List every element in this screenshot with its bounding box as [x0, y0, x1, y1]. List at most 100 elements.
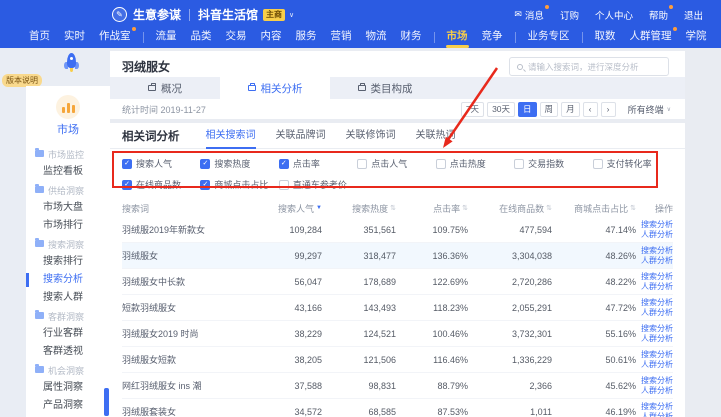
top-header: ✎ 生意参谋 抖音生活馆 主商 ∨ ✉消息订购个人中心帮助退出 首页实时作战室流… — [0, 0, 721, 48]
tab[interactable]: 相关分析 — [220, 77, 330, 99]
prev-page-button[interactable]: ‹ — [583, 102, 598, 117]
top-link[interactable]: 订购 — [560, 8, 579, 22]
sidebar-item[interactable]: 行业客群 — [26, 325, 110, 343]
sidebar-item[interactable]: 市场大盘 — [26, 199, 110, 217]
action-link[interactable]: 人群分析 — [641, 334, 673, 344]
nav-item[interactable]: 取数 — [588, 26, 623, 48]
briefcase-icon — [148, 85, 156, 91]
table-row[interactable]: 羽绒服女2019 时尚38,229124,521100.46%3,732,301… — [122, 321, 673, 347]
table-row[interactable]: 羽绒服2019年新款女109,284351,561109.75%477,5944… — [122, 217, 673, 243]
tab[interactable]: 概况 — [110, 77, 220, 99]
sidebar-item[interactable]: 市场排行 — [26, 217, 110, 235]
nav-item[interactable]: 人群管理 — [623, 26, 679, 48]
column-header[interactable]: 搜索人气▼ — [252, 202, 322, 215]
column-header[interactable]: 在线商品数⇅ — [468, 202, 552, 215]
top-link[interactable]: 个人中心 — [595, 8, 633, 22]
metric-checkbox[interactable]: 交易指数 — [514, 157, 592, 170]
nav-item[interactable]: 市场 — [440, 26, 475, 48]
action-link[interactable]: 人群分析 — [641, 360, 673, 370]
nav-item[interactable]: 作战室 — [92, 26, 138, 48]
metric-checkbox[interactable]: 直通车参考价 — [279, 178, 357, 191]
nav-item[interactable]: 流量 — [149, 26, 184, 48]
sidebar-group[interactable]: 市场监控 — [26, 145, 110, 163]
nav-item[interactable]: 学院 — [679, 26, 714, 48]
table-row[interactable]: 羽绒服女短款38,205121,506116.46%1,336,22950.61… — [122, 347, 673, 373]
subtab[interactable]: 关联品牌词 — [276, 123, 326, 149]
sidebar-group[interactable]: 机会洞察 — [26, 361, 110, 379]
nav-item[interactable]: 内容 — [254, 26, 289, 48]
action-link[interactable]: 人群分析 — [641, 308, 673, 318]
top-link[interactable]: 退出 — [684, 8, 703, 22]
action-link[interactable]: 搜索分析 — [641, 350, 673, 360]
sidebar-item[interactable]: 搜索排行 — [26, 253, 110, 271]
table-row[interactable]: 羽绒服女中长款56,047178,689122.69%2,720,28648.2… — [122, 269, 673, 295]
subtab[interactable]: 相关搜索词 — [206, 123, 256, 149]
nav-item[interactable]: 业务专区 — [521, 26, 577, 48]
column-header[interactable]: 搜索热度⇅ — [322, 202, 396, 215]
metric-checkbox[interactable]: 支付转化率 — [593, 157, 671, 170]
subtab[interactable]: 关联修饰词 — [346, 123, 396, 149]
sidebar-item[interactable]: 客群透视 — [26, 343, 110, 361]
nav-item[interactable]: 财务 — [394, 26, 429, 48]
metric-checkbox[interactable]: ✓搜索人气 — [122, 157, 200, 170]
sidebar-item[interactable]: 监控看板 — [26, 163, 110, 181]
nav-item[interactable]: 物流 — [359, 26, 394, 48]
table-row[interactable]: 羽绒服女99,297318,477136.36%3,304,03848.26%搜… — [122, 243, 673, 269]
metric-checkbox[interactable]: ✓在线商品数 — [122, 178, 200, 191]
table-row[interactable]: 网红羽绒服女 ins 潮37,58898,83188.79%2,36645.62… — [122, 373, 673, 399]
chevron-down-icon[interactable]: ∨ — [289, 11, 294, 19]
tab[interactable]: 类目构成 — [330, 77, 440, 99]
action-link[interactable]: 搜索分析 — [641, 246, 673, 256]
action-link[interactable]: 搜索分析 — [641, 220, 673, 230]
date-range-button[interactable]: 7天 — [461, 102, 484, 117]
date-range-button[interactable]: 周 — [540, 102, 559, 117]
rocket-icon[interactable] — [64, 53, 79, 73]
metric-checkbox[interactable]: ✓搜索热度 — [200, 157, 278, 170]
action-link[interactable]: 人群分析 — [641, 412, 673, 417]
top-link[interactable]: ✉消息 — [514, 8, 544, 22]
action-link[interactable]: 人群分析 — [641, 282, 673, 292]
sidebar-item[interactable]: 产品洞察 — [26, 397, 110, 415]
table-row[interactable]: 短款羽绒服女43,166143,493118.23%2,055,29147.72… — [122, 295, 673, 321]
date-range-button[interactable]: 日 — [518, 102, 537, 117]
metric-checkbox[interactable]: ✓点击率 — [279, 157, 357, 170]
search-input[interactable]: 请输入搜索词，进行深度分析 — [509, 57, 669, 76]
nav-item[interactable]: 实时 — [57, 26, 92, 48]
action-link[interactable]: 人群分析 — [641, 386, 673, 396]
nav-item[interactable]: 品类 — [184, 26, 219, 48]
action-link[interactable]: 人群分析 — [641, 230, 673, 240]
sidebar-group[interactable]: 搜索洞察 — [26, 235, 110, 253]
column-header[interactable]: 点击率⇅ — [396, 202, 468, 215]
sidebar-item[interactable]: 属性洞察 — [26, 379, 110, 397]
nav-item[interactable]: 营销 — [324, 26, 359, 48]
nav-item[interactable]: 服务 — [289, 26, 324, 48]
sidebar-scrollbar-thumb[interactable] — [104, 388, 109, 416]
action-link[interactable]: 搜索分析 — [641, 324, 673, 334]
value-cell: 45.62% — [552, 381, 636, 391]
action-link[interactable]: 人群分析 — [641, 256, 673, 266]
next-page-button[interactable]: › — [601, 102, 616, 117]
column-header[interactable]: 商城点击占比⇅ — [552, 202, 636, 215]
top-link[interactable]: 帮助 — [649, 8, 668, 22]
sidebar-item[interactable]: 搜索人群 — [26, 289, 110, 307]
metric-checkbox[interactable]: 点击人气 — [357, 157, 435, 170]
sidebar-item[interactable]: 搜索分析 — [26, 271, 110, 289]
action-link[interactable]: 搜索分析 — [641, 402, 673, 412]
subtab[interactable]: 关联热词 — [416, 123, 456, 149]
action-link[interactable]: 搜索分析 — [641, 298, 673, 308]
nav-item[interactable]: 竞争 — [475, 26, 510, 48]
date-range-button[interactable]: 30天 — [487, 102, 515, 117]
metric-checkbox[interactable]: ✓商城点击占比 — [200, 178, 278, 191]
sidebar-group[interactable]: 客群洞察 — [26, 307, 110, 325]
action-link[interactable]: 搜索分析 — [641, 376, 673, 386]
date-range-button[interactable]: 月 — [561, 102, 580, 117]
terminal-select[interactable]: 所有终端 ∨ — [628, 103, 671, 116]
sidebar-group[interactable]: 供给洞察 — [26, 181, 110, 199]
nav-item[interactable]: 交易 — [219, 26, 254, 48]
stats-row: 统计时间 2019-11-27 7天30天日周月‹› 所有终端 ∨ — [110, 99, 685, 119]
row-actions: 搜索分析人群分析 — [636, 272, 673, 292]
metric-checkbox[interactable]: 点击热度 — [436, 157, 514, 170]
nav-item[interactable]: 首页 — [22, 26, 57, 48]
action-link[interactable]: 搜索分析 — [641, 272, 673, 282]
table-row[interactable]: 羽绒服套装女34,57268,58587.53%1,01146.19%搜索分析人… — [122, 399, 673, 417]
